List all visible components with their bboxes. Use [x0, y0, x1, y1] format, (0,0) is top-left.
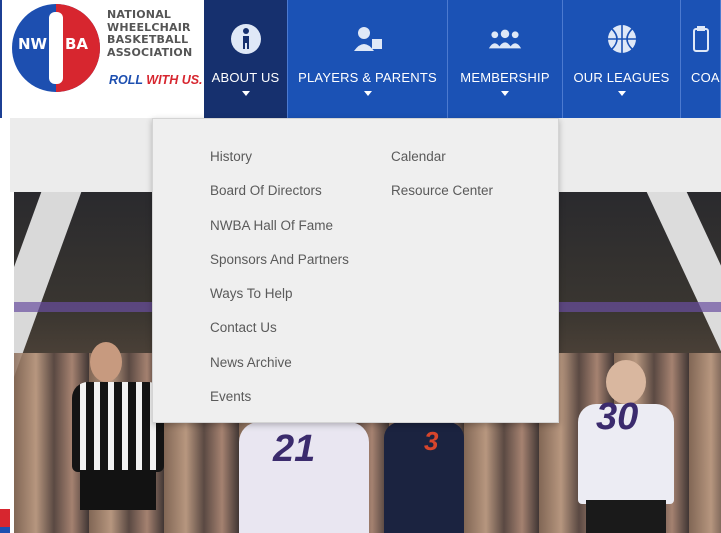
chevron-down-icon — [241, 91, 250, 96]
logo-right-text: BA — [65, 35, 89, 53]
chevron-down-icon — [363, 91, 372, 96]
nav-our-leagues[interactable]: OUR LEAGUES — [563, 0, 681, 118]
menu-item-events[interactable]: Events — [210, 389, 349, 423]
player-figure: 3 — [384, 422, 464, 533]
about-us-dropdown: History Board Of Directors NWBA Hall Of … — [152, 118, 559, 423]
menu-item-resource-center[interactable]: Resource Center — [391, 183, 493, 217]
player-parent-icon — [351, 22, 385, 56]
nav-players-parents[interactable]: PLAYERS & PARENTS — [288, 0, 448, 118]
menu-item-calendar[interactable]: Calendar — [391, 149, 493, 183]
nav-about-us[interactable]: ABOUT US — [204, 0, 288, 118]
menu-item-news-archive[interactable]: News Archive — [210, 355, 349, 389]
nav-membership[interactable]: MEMBERSHIP — [448, 0, 563, 118]
tagline: ROLL WITH US. — [109, 73, 203, 87]
nwba-logo: NW BA — [12, 4, 100, 92]
dropdown-column-1: History Board Of Directors NWBA Hall Of … — [210, 149, 349, 423]
jersey-number: 30 — [596, 396, 639, 438]
nav-label: PLAYERS & PARENTS — [298, 70, 437, 85]
player-figure: 21 — [239, 422, 369, 533]
page: NW BA NATIONAL WHEELCHAIR BASKETBALL ASS… — [0, 0, 721, 533]
chevron-down-icon — [501, 91, 509, 96]
menu-item-contact-us[interactable]: Contact Us — [210, 320, 349, 354]
player-figure: 30 — [566, 360, 686, 533]
basketball-icon — [605, 22, 639, 56]
logo-left-text: NW — [18, 35, 48, 53]
dropdown-column-2: Calendar Resource Center — [391, 149, 493, 218]
menu-item-history[interactable]: History — [210, 149, 349, 183]
nav-label: OUR LEAGUES — [573, 70, 670, 85]
menu-item-ways-to-help[interactable]: Ways To Help — [210, 286, 349, 320]
logo-link[interactable]: NW BA NATIONAL WHEELCHAIR BASKETBALL ASS… — [0, 0, 204, 118]
left-edge-stripe — [0, 192, 14, 533]
main-nav: ABOUT US PLAYERS & PARENTS MEMBERSHIP OU… — [204, 0, 721, 118]
nav-label: MEMBERSHIP — [460, 70, 550, 85]
nav-label: COA — [691, 70, 720, 85]
chevron-down-icon — [617, 91, 626, 96]
jersey-number: 3 — [424, 426, 439, 456]
jersey-number: 21 — [273, 428, 316, 470]
clipboard-icon — [691, 22, 711, 56]
nav-label: ABOUT US — [211, 70, 280, 85]
nav-coaches[interactable]: COA — [681, 0, 721, 118]
referee-figure — [72, 342, 164, 510]
menu-item-sponsors-partners[interactable]: Sponsors And Partners — [210, 252, 349, 286]
org-name: NATIONAL WHEELCHAIR BASKETBALL ASSOCIATI… — [107, 8, 193, 59]
menu-item-hall-of-fame[interactable]: NWBA Hall Of Fame — [210, 218, 349, 252]
group-members-icon — [488, 22, 522, 56]
menu-item-board-of-directors[interactable]: Board Of Directors — [210, 183, 349, 217]
basketball-player-icon — [229, 22, 263, 56]
